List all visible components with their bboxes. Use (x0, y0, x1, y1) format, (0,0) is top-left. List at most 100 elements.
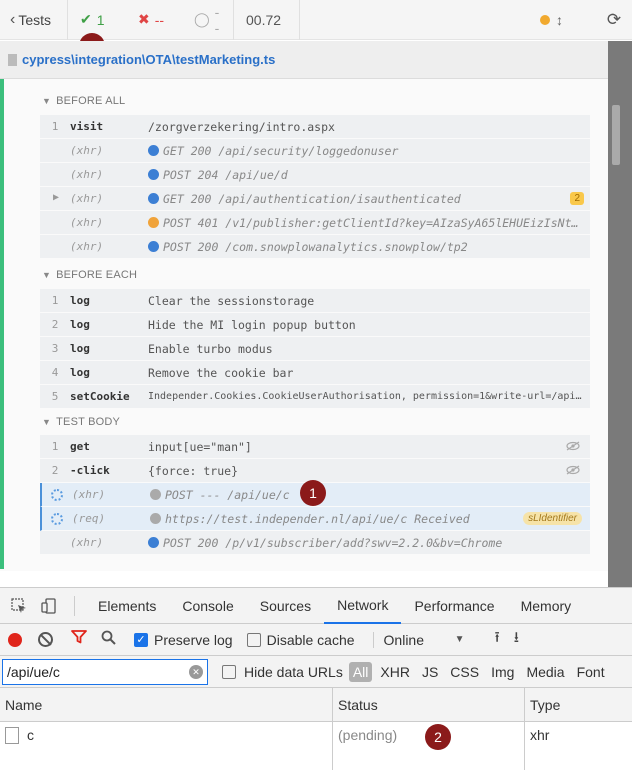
row-msg: GET 200 /api/security/loggedonuser (163, 143, 399, 158)
passed-value: 1 (96, 11, 105, 28)
filter-type-all[interactable]: All (348, 661, 373, 682)
failed-value: -- (154, 11, 165, 28)
row-msg: Clear the sessionstorage (148, 293, 315, 308)
network-request-row[interactable]: c (pending) xhr (0, 722, 632, 748)
spec-file-path[interactable]: cypress\integration\OTA\testMarketing.ts (22, 52, 275, 67)
command-row[interactable]: 4 log Remove the cookie bar (40, 361, 590, 385)
row-msg: POST 200 /com.snowplowanalytics.snowplow… (163, 239, 468, 254)
row-num: 3 (51, 342, 59, 355)
command-row[interactable]: 1 visit /zorgverzekering/intro.aspx (40, 115, 590, 139)
spec-file-bar: cypress\integration\OTA\testMarketing.ts (0, 41, 608, 79)
tests-label: Tests (18, 11, 52, 28)
inspect-element-icon[interactable] (4, 587, 34, 624)
preserve-log-checkbox[interactable]: ✓ (134, 632, 148, 647)
row-name: (xhr) (70, 240, 104, 253)
filter-type-js[interactable]: JS (416, 664, 444, 680)
row-msg: input[ue="man"] (148, 439, 252, 454)
filter-type-media[interactable]: Media (520, 664, 570, 680)
status-dot-icon (148, 192, 159, 204)
clear-filter-icon[interactable]: ✕ (189, 664, 203, 679)
export-har-icon[interactable]: ⭳ (514, 627, 519, 652)
col-status-header[interactable]: Status (332, 688, 524, 721)
row-name: log (70, 366, 90, 379)
throttle-select[interactable]: Online ▼ (372, 631, 477, 648)
command-row[interactable]: (xhr) POST 200 /com.snowplowanalytics.sn… (40, 235, 590, 259)
command-row[interactable]: 1 get input[ue="man"] (40, 435, 590, 459)
scrollbar-thumb[interactable] (612, 105, 620, 165)
command-row[interactable]: 1 log Clear the sessionstorage (40, 289, 590, 313)
hide-data-urls-label: Hide data URLs (244, 663, 343, 680)
network-filter-bar: /api/ue/c ✕ Hide data URLs All XHR JS CS… (0, 656, 632, 688)
record-icon[interactable] (8, 632, 22, 647)
check-icon: ✔ (80, 11, 92, 27)
tab-memory[interactable]: Memory (508, 587, 585, 624)
section-before-all[interactable]: ▼ BEFORE ALL (42, 95, 125, 107)
row-msg: POST --- /api/ue/c (165, 487, 290, 502)
status-dot-icon (540, 15, 550, 25)
x-icon: ✖ (138, 11, 150, 27)
section-label: BEFORE ALL (56, 95, 126, 107)
tab-sources[interactable]: Sources (247, 587, 324, 624)
hide-data-urls-checkbox[interactable] (222, 664, 236, 679)
collapse-triangle-icon: ▼ (42, 270, 52, 280)
search-icon[interactable] (101, 630, 116, 649)
tab-elements[interactable]: Elements (85, 587, 169, 624)
row-msg: /zorgverzekering/intro.aspx (148, 119, 335, 134)
filter-type-css[interactable]: CSS (444, 664, 485, 680)
failed-count: ✖ -- (126, 0, 182, 40)
clear-icon[interactable] (38, 632, 53, 647)
import-har-icon[interactable]: ⭱ (495, 627, 500, 652)
device-toolbar-icon[interactable] (34, 587, 64, 624)
tab-network[interactable]: Network (324, 587, 402, 624)
spinner-icon (51, 513, 63, 525)
command-row[interactable]: (xhr) POST 204 /api/ue/d (40, 163, 590, 187)
request-name: c (27, 727, 34, 743)
command-row[interactable]: 2 log Hide the MI login popup button (40, 313, 590, 337)
filter-icon[interactable] (71, 630, 87, 649)
eye-slash-icon (566, 441, 580, 451)
section-test-body[interactable]: ▼ TEST BODY (42, 416, 120, 428)
document-icon (5, 726, 19, 744)
col-name-header[interactable]: Name (0, 688, 332, 721)
filter-type-img[interactable]: Img (485, 664, 520, 680)
row-msg: {force: true} (148, 463, 239, 478)
command-row[interactable]: (xhr) GET 200 /api/security/loggedonuser (40, 139, 590, 163)
collapse-triangle-icon: ▼ (42, 96, 52, 106)
row-name: log (70, 294, 90, 307)
command-row[interactable]: 3 log Enable turbo modus (40, 337, 590, 361)
status-dot-icon (148, 536, 159, 548)
row-name: (xhr) (70, 168, 104, 181)
row-name: log (70, 318, 90, 331)
row-num: 1 (51, 294, 59, 307)
reload-icon[interactable]: ⟳ (596, 10, 632, 30)
row-msg: Hide the MI login popup button (148, 317, 356, 332)
command-row-pending[interactable]: (req) https://test.independer.nl/api/ue/… (40, 507, 590, 531)
expand-arrow-icon[interactable]: ▶ (53, 192, 59, 203)
collapse-triangle-icon: ▼ (42, 417, 52, 427)
filter-input[interactable]: /api/ue/c ✕ (2, 658, 208, 685)
filter-type-font[interactable]: Font (571, 664, 611, 680)
status-dot-icon (148, 168, 159, 180)
row-msg: Enable turbo modus (148, 341, 273, 356)
network-table-empty (0, 748, 632, 770)
disable-cache-checkbox[interactable] (246, 632, 261, 647)
row-msg: Independer.Cookies.CookieUserAuthorisati… (148, 391, 590, 402)
tab-performance[interactable]: Performance (401, 587, 507, 624)
row-name: (xhr) (70, 192, 104, 205)
filter-type-xhr[interactable]: XHR (374, 664, 416, 680)
spinner-icon (51, 489, 63, 501)
tab-console[interactable]: Console (169, 587, 246, 624)
col-type-header[interactable]: Type (524, 688, 632, 721)
command-row[interactable]: (xhr) POST 401 /v1/publisher:getClientId… (40, 211, 590, 235)
command-row[interactable]: (xhr) POST 200 /p/v1/subscriber/add?swv=… (40, 531, 590, 555)
row-msg: https://test.independer.nl/api/ue/c Rece… (165, 511, 470, 526)
scroll-toggle-icon[interactable]: ↕ (556, 12, 596, 28)
command-row[interactable]: ▶ (xhr) GET 200 /api/authentication/isau… (40, 187, 590, 211)
section-before-each[interactable]: ▼ BEFORE EACH (42, 269, 137, 281)
row-name: (xhr) (70, 216, 104, 229)
row-num: 1 (51, 440, 59, 453)
command-row[interactable]: 5 setCookie Independer.Cookies.CookieUse… (40, 385, 590, 409)
count-badge: 2 (570, 192, 584, 205)
request-name-cell: c (0, 722, 332, 748)
tests-back-button[interactable]: ‹ Tests (0, 0, 68, 40)
